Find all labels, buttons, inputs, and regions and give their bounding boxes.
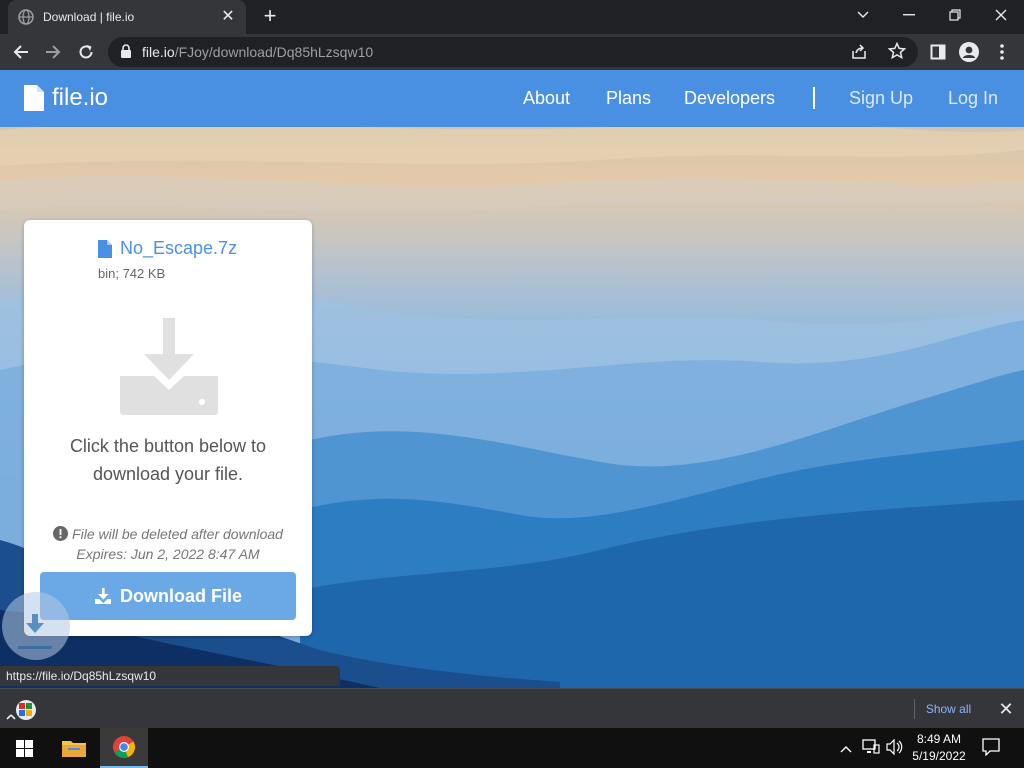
expires-note: Expires: Jun 2, 2022 8:47 AM [76, 546, 260, 562]
download-shelf: Show all ✕ [0, 688, 1024, 728]
site-logo[interactable]: file.io [24, 84, 108, 112]
chrome-icon[interactable] [100, 728, 148, 768]
forward-icon[interactable] [41, 40, 65, 64]
download-icon [26, 614, 44, 633]
globe-icon [18, 9, 34, 25]
nav-about[interactable]: About [523, 88, 570, 109]
file-icon [98, 239, 112, 258]
address-bar[interactable]: file.io/FJoy/download/Dq85hLzsqw10 [108, 37, 918, 67]
info-icon [53, 526, 69, 541]
clock-date: 5/19/2022 [912, 749, 966, 763]
tab-strip: Download | file.io ✕ + [0, 0, 1024, 34]
browser-toolbar: file.io/FJoy/download/Dq85hLzsqw10 [0, 34, 1024, 70]
nav-divider [813, 87, 815, 109]
chevron-up-icon[interactable] [840, 740, 852, 758]
minimize-icon[interactable] [886, 0, 932, 30]
restore-icon[interactable] [932, 0, 978, 30]
fab-underline [18, 646, 52, 649]
reload-icon[interactable] [74, 40, 98, 64]
sidepanel-icon[interactable] [926, 40, 950, 64]
download-item[interactable] [6, 699, 36, 726]
download-card: No_Escape.7z bin; 742 KB Click the butto… [24, 220, 312, 636]
download-icon [94, 588, 111, 604]
brand-name: file.io [52, 84, 109, 111]
download-instructions: Click the button below to download your … [69, 436, 267, 484]
system-clock[interactable]: 8:49 AM 5/19/2022 [906, 731, 972, 765]
volume-icon[interactable] [886, 738, 904, 760]
download-file-button[interactable]: Download File [40, 572, 296, 620]
windows-start-icon[interactable] [0, 728, 48, 768]
file-explorer-icon[interactable] [50, 728, 98, 768]
chevron-down-icon[interactable] [840, 0, 886, 30]
close-icon[interactable]: ✕ [220, 9, 236, 25]
show-all-button[interactable]: Show all [914, 699, 982, 719]
browser-tab[interactable]: Download | file.io ✕ [8, 0, 246, 34]
clock-time: 8:49 AM [916, 732, 962, 746]
close-icon[interactable]: ✕ [996, 699, 1016, 719]
nav-plans[interactable]: Plans [606, 88, 651, 109]
archive-icon [6, 700, 36, 720]
file-name[interactable]: No_Escape.7z [98, 238, 237, 259]
site-navbar: file.io About Plans Developers Sign Up L… [0, 70, 1024, 127]
back-icon[interactable] [9, 40, 33, 64]
file-icon [24, 85, 44, 111]
star-icon[interactable] [887, 41, 907, 65]
nav-log-in[interactable]: Log In [948, 88, 998, 109]
menu-icon[interactable] [990, 40, 1014, 64]
network-icon[interactable] [862, 739, 880, 760]
notification-icon[interactable] [982, 738, 1000, 761]
expiry-note: File will be deleted after download Expi… [34, 524, 302, 564]
plus-icon[interactable]: + [258, 5, 282, 28]
url-text: file.io/FJoy/download/Dq85hLzsqw10 [142, 44, 374, 60]
file-meta: bin; 742 KB [98, 266, 166, 281]
download-tray-icon [120, 318, 218, 415]
tab-title: Download | file.io [43, 10, 135, 24]
share-icon[interactable] [850, 43, 868, 66]
nav-developers[interactable]: Developers [684, 88, 775, 109]
delete-note: File will be deleted after download [72, 526, 283, 542]
lock-icon[interactable] [120, 44, 132, 59]
profile-icon[interactable] [957, 40, 981, 64]
nav-sign-up[interactable]: Sign Up [849, 88, 913, 109]
web-page: file.io About Plans Developers Sign Up L… [0, 70, 1024, 688]
windows-taskbar: 8:49 AM 5/19/2022 [0, 728, 1024, 768]
status-bubble-url: https://file.io/Dq85hLzsqw10 [0, 666, 340, 686]
window-close-icon[interactable] [978, 0, 1024, 30]
